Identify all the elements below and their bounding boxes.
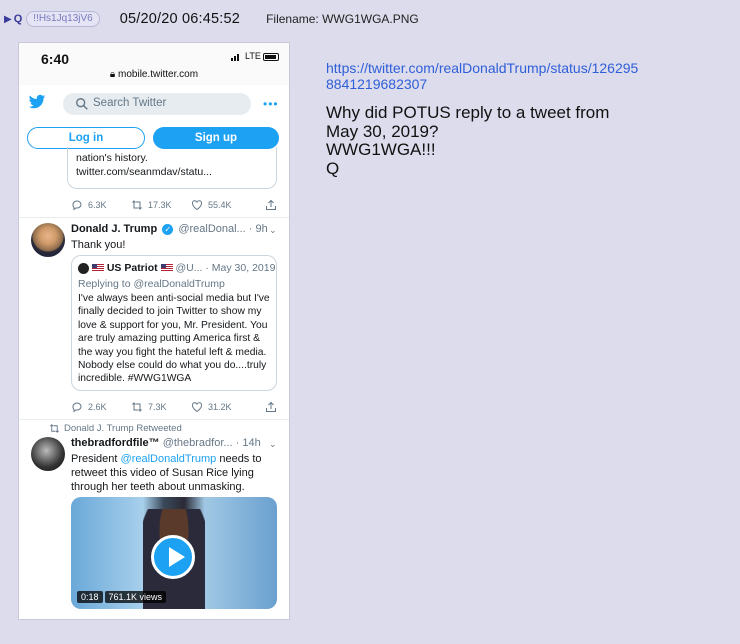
more-icon[interactable]: ••• xyxy=(263,97,279,111)
post-message: https://twitter.com/realDonaldTrump/stat… xyxy=(326,60,646,178)
prev-tweet-actions: 6.3K 17.3K 55.4K xyxy=(71,197,283,213)
reply-button[interactable]: 6.3K xyxy=(71,199,131,211)
video-views: 761.1K views xyxy=(104,591,167,603)
reply-button[interactable]: 2.6K xyxy=(71,401,131,413)
quoted-tweet-date: · May 30, 2019 xyxy=(205,262,276,274)
author-handle: @realDonal... xyxy=(178,223,246,235)
tweet-time: · 14h xyxy=(235,437,261,449)
share-button[interactable] xyxy=(265,401,277,413)
signal-icon xyxy=(231,54,239,61)
message-line: WWG1WGA!!! xyxy=(326,140,436,159)
share-button[interactable] xyxy=(265,199,277,211)
retweeted-label: Donald J. Trump Retweeted xyxy=(64,423,182,435)
like-count: 31.2K xyxy=(208,402,232,412)
like-icon xyxy=(191,200,203,211)
battery-icon xyxy=(263,53,279,61)
phone-time: 6:40 xyxy=(41,51,70,67)
retweet-button[interactable]: 7.3K xyxy=(131,401,191,413)
replying-to: Replying to @realDonaldTrump xyxy=(78,278,225,290)
tripcode-badge: !!Hs1Jq13jV6 xyxy=(26,11,100,27)
address-bar: 🔒︎ mobile.twitter.com xyxy=(19,69,289,80)
previous-tweet-card[interactable]: nation's history. twitter.com/seanmdav/s… xyxy=(67,147,277,189)
prev-tweet-text-1: nation's history. xyxy=(76,152,148,164)
message-line: Why did POTUS reply to a tweet from xyxy=(326,103,610,122)
lock-icon: 🔒︎ xyxy=(109,69,116,80)
search-icon xyxy=(76,98,88,110)
address-url: mobile.twitter.com xyxy=(118,69,199,80)
reply-icon xyxy=(72,402,82,413)
retweet-icon xyxy=(132,402,142,412)
quoted-author-name: US Patriot xyxy=(106,262,158,274)
avatar[interactable] xyxy=(31,437,65,471)
tweet-time: · 9h xyxy=(248,223,268,235)
flag-icon xyxy=(91,264,104,273)
post-filename: Filename: WWG1WGA.PNG xyxy=(266,12,419,26)
video-duration: 0:18 xyxy=(77,591,103,603)
quoted-tweet-text: I've always been anti-social media but I… xyxy=(78,293,270,385)
tweet-text: Thank you! xyxy=(71,239,126,251)
reply-count: 6.3K xyxy=(88,200,107,210)
tweet-text-start: President xyxy=(71,453,121,465)
post-header: ▶ Q !!Hs1Jq13jV6 05/20/20 06:45:52 Filen… xyxy=(4,8,419,30)
twitter-header: Search Twitter ••• xyxy=(19,87,289,119)
share-icon xyxy=(266,199,276,210)
login-button[interactable]: Log in xyxy=(27,127,145,149)
tweet-text: President @realDonaldTrump needs to retw… xyxy=(71,452,283,494)
message-line: May 30, 2019? xyxy=(326,121,439,141)
divider xyxy=(19,217,289,218)
network-label: LTE xyxy=(245,51,261,61)
like-count: 55.4K xyxy=(208,200,232,210)
post: ▶ Q !!Hs1Jq13jV6 05/20/20 06:45:52 Filen… xyxy=(0,0,740,644)
play-icon[interactable] xyxy=(151,535,195,579)
video-info: 0:18 761.1K views xyxy=(77,591,167,603)
tweet-link[interactable]: https://twitter.com/realDonaldTrump/stat… xyxy=(326,60,646,92)
reply-icon xyxy=(72,200,82,211)
attached-screenshot[interactable]: 6:40 LTE 🔒︎ mobile.twitter.com Search Tw… xyxy=(18,42,290,620)
like-button[interactable]: 55.4K xyxy=(191,199,251,211)
avatar[interactable] xyxy=(31,223,65,257)
signup-button[interactable]: Sign up xyxy=(153,127,279,149)
chevron-down-icon[interactable]: ⌄ xyxy=(269,225,277,236)
mention-link[interactable]: @realDonaldTrump xyxy=(121,453,217,465)
author-handle: @thebradfor... xyxy=(162,437,233,449)
share-icon xyxy=(266,401,276,412)
avatar xyxy=(78,262,89,274)
retweet-icon xyxy=(50,424,59,433)
search-placeholder: Search Twitter xyxy=(93,97,167,109)
prev-tweet-text-2: twitter.com/seanmdav/statu... xyxy=(76,166,212,178)
reply-count: 2.6K xyxy=(88,402,107,412)
retweet-count: 7.3K xyxy=(148,402,167,412)
search-input[interactable]: Search Twitter xyxy=(63,93,251,115)
tweet-header: Donald J. Trump ✓ @realDonal... · 9h xyxy=(71,223,268,235)
post-datetime: 05/20/20 06:45:52 xyxy=(119,11,241,27)
quoted-tweet-header: US Patriot @U... · May 30, 2019 xyxy=(78,262,275,274)
quoted-tweet[interactable]: US Patriot @U... · May 30, 2019 Replying… xyxy=(71,255,277,391)
tweet-header: thebradfordfile™ @thebradfor... · 14h xyxy=(71,437,261,449)
message-signature: Q xyxy=(326,158,340,178)
quoted-author-handle: @U... xyxy=(175,262,203,274)
author-name[interactable]: thebradfordfile™ xyxy=(71,437,160,449)
like-button[interactable]: 31.2K xyxy=(191,401,251,413)
twitter-bird-icon[interactable] xyxy=(27,93,47,111)
divider xyxy=(19,419,289,420)
trump-tweet-actions: 2.6K 7.3K 31.2K xyxy=(71,399,283,415)
retweet-icon xyxy=(132,200,142,210)
video-player[interactable]: 0:18 761.1K views xyxy=(71,497,277,609)
retweet-button[interactable]: 17.3K xyxy=(131,199,191,211)
verified-icon: ✓ xyxy=(162,223,174,235)
author-name[interactable]: Donald J. Trump xyxy=(71,223,157,235)
flag-icon xyxy=(160,264,173,273)
like-icon xyxy=(191,402,203,413)
chevron-down-icon[interactable]: ⌄ xyxy=(269,439,277,450)
poster-name: Q xyxy=(13,13,23,25)
retweet-count: 17.3K xyxy=(148,200,172,210)
retweeted-by: Donald J. Trump Retweeted xyxy=(49,423,182,434)
triangle-icon[interactable]: ▶ xyxy=(4,14,12,25)
phone-status-bar: 6:40 LTE 🔒︎ mobile.twitter.com xyxy=(19,43,289,85)
